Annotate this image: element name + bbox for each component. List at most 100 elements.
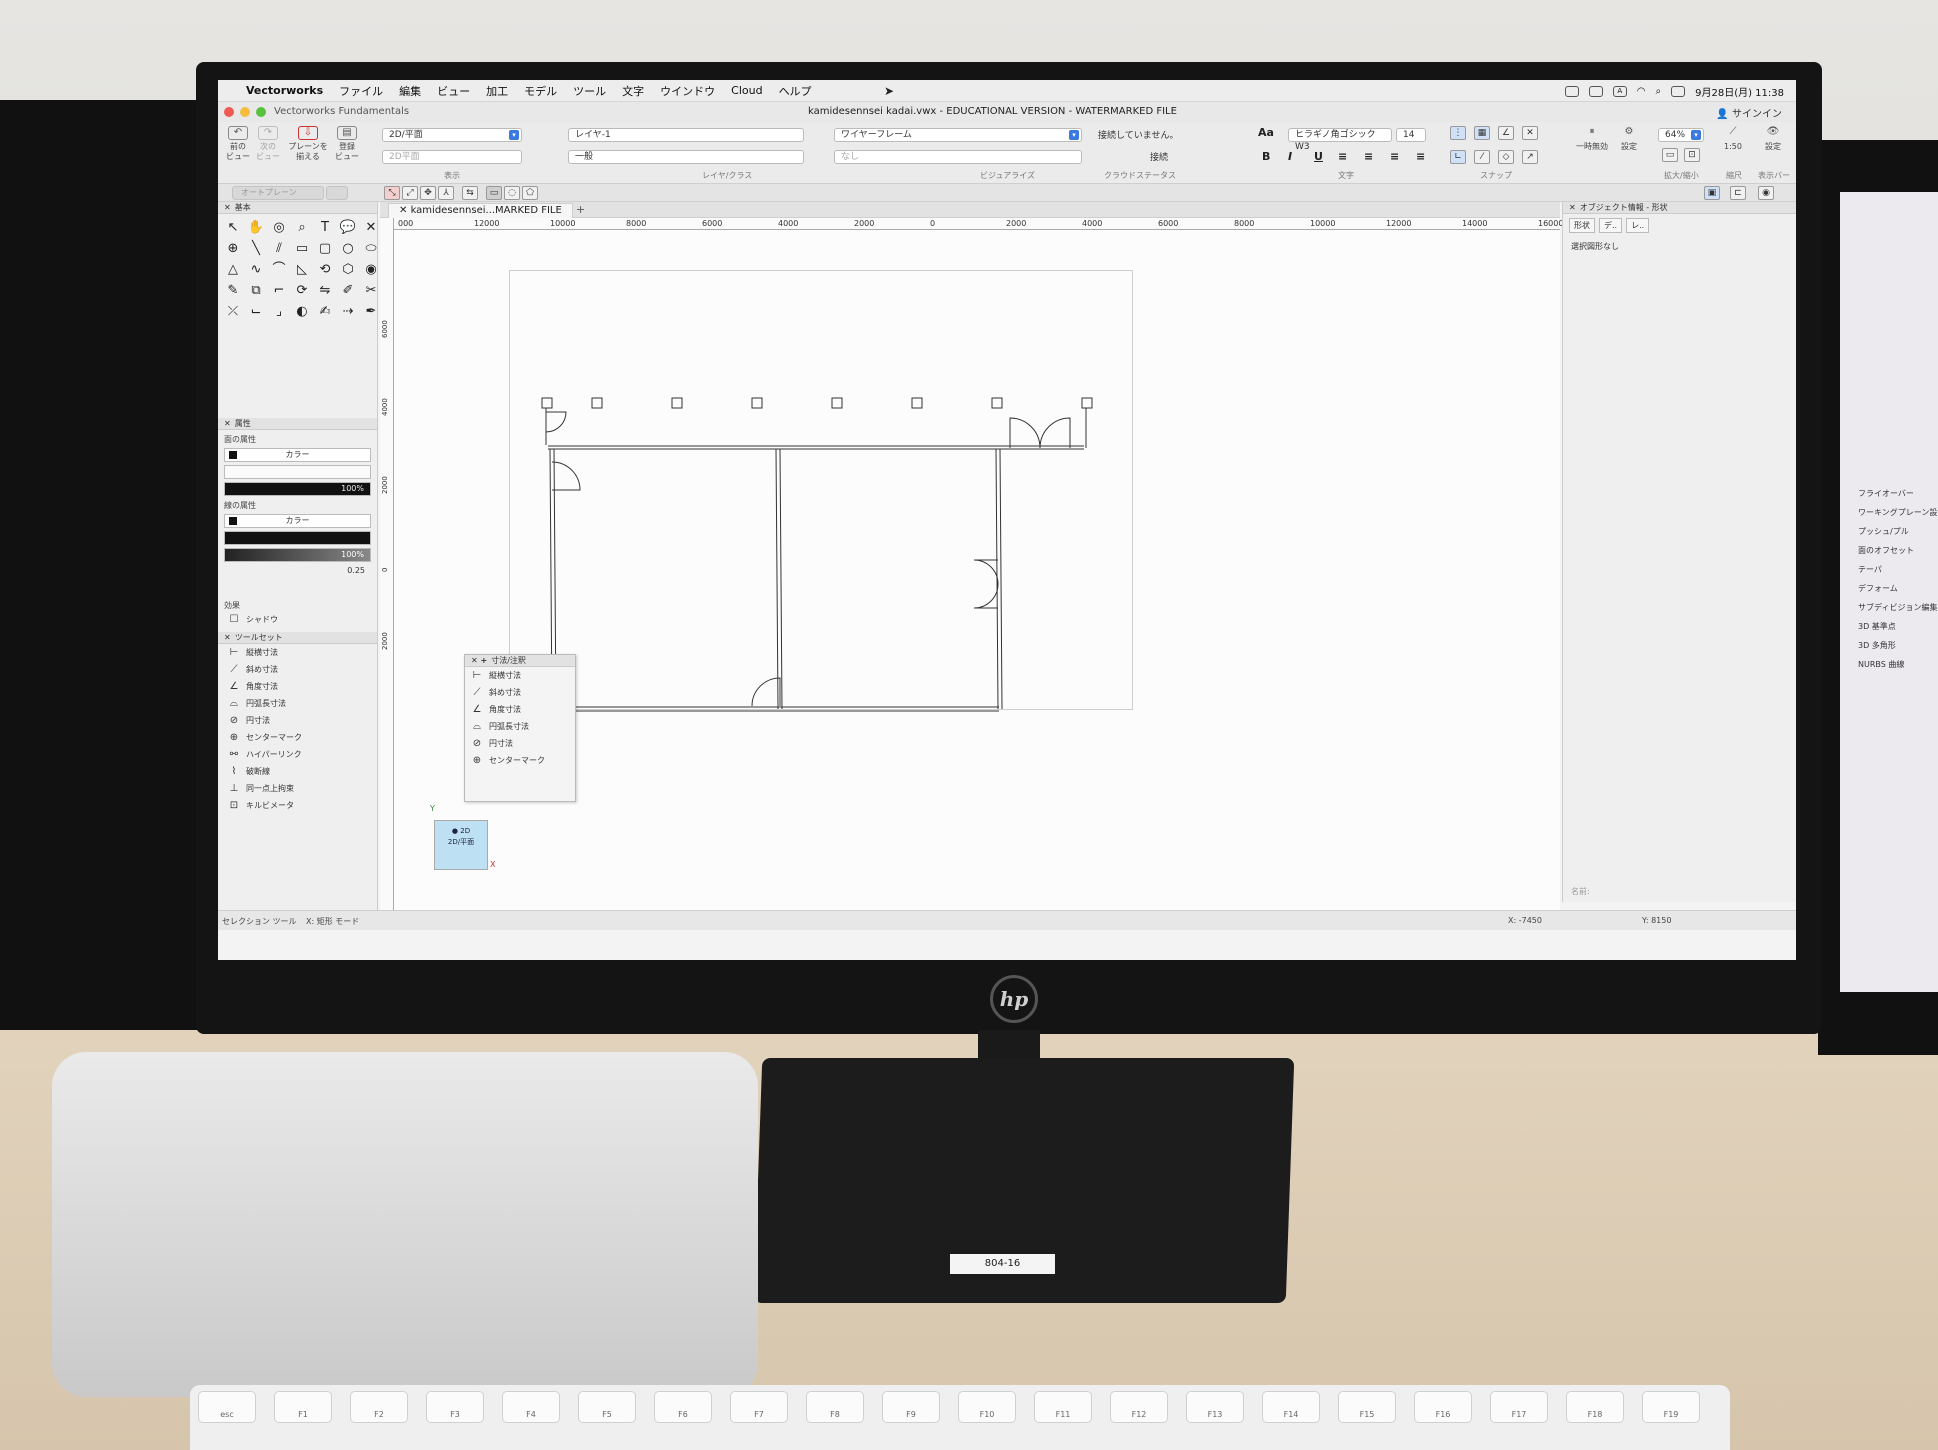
triangle-tool-icon[interactable]: ◺ <box>291 260 313 280</box>
shadow-checkbox[interactable]: ☐ シャドウ <box>218 611 377 628</box>
toolset-item[interactable]: ⚯ ハイパーリンク <box>218 746 377 763</box>
cloud-connect[interactable]: 接続 <box>1150 150 1168 163</box>
menu-modify[interactable]: 加工 <box>478 83 516 99</box>
menu-help[interactable]: ヘルプ <box>771 83 820 99</box>
bold-icon[interactable]: B <box>1262 150 1270 163</box>
circle-tool-icon[interactable]: ○ <box>337 239 359 259</box>
door-swing[interactable] <box>973 559 999 585</box>
float-tool-item[interactable]: ∠ 角度寸法 <box>465 701 575 718</box>
pause-button[interactable]: ⏸ 一時無効 <box>1572 126 1612 152</box>
line-color-select[interactable]: カラー <box>224 514 371 528</box>
door-swing[interactable] <box>751 677 781 707</box>
display-bar-icon-1[interactable]: ▣ <box>1704 186 1720 200</box>
line-tool-icon[interactable]: ╲ <box>245 239 267 259</box>
callout-tool-icon[interactable]: 💬 <box>337 218 359 238</box>
toolset-item[interactable]: ∠ 角度寸法 <box>218 678 377 695</box>
tab-shape[interactable]: 形状 <box>1569 218 1595 233</box>
chamfer-tool-icon[interactable]: ⌟ <box>268 302 290 322</box>
input-source-icon[interactable]: A <box>1612 86 1627 97</box>
zoom-window-icon[interactable] <box>256 107 266 117</box>
plane-mode-button[interactable] <box>326 186 348 200</box>
mode-2-icon[interactable]: ⤢ <box>402 186 418 200</box>
wall[interactable] <box>775 448 779 710</box>
mode-5-icon[interactable]: ⇆ <box>462 186 478 200</box>
toolset-item[interactable]: ⊘ 円寸法 <box>218 712 377 729</box>
column-marker[interactable] <box>751 397 763 409</box>
regular-polygon-tool-icon[interactable]: ◉ <box>360 260 382 280</box>
view-indicator[interactable]: ● 2D 2D/平面 <box>434 820 488 870</box>
flyover-tool-icon[interactable]: ◎ <box>268 218 290 238</box>
tab-render[interactable]: レ.. <box>1626 218 1650 233</box>
poly-mode-icon[interactable]: ⬠ <box>522 186 538 200</box>
snap-object-icon[interactable]: ▦ <box>1474 126 1490 140</box>
hexagon-tool-icon[interactable]: ⬡ <box>337 260 359 280</box>
wall[interactable] <box>999 448 1003 710</box>
close-icon[interactable]: ✕ <box>224 633 231 642</box>
align-right-icon[interactable]: ≡ <box>1390 150 1399 163</box>
line-style-row[interactable] <box>224 582 371 596</box>
render-mode-select-2[interactable]: なし <box>834 150 1082 164</box>
polygon-tool-icon[interactable]: △ <box>222 260 244 280</box>
float-tool-item[interactable]: ⊢ 縦横寸法 <box>465 667 575 684</box>
clear-tool-icon[interactable]: ✕ <box>360 218 382 238</box>
align-plane-button[interactable]: ⇩ プレーンを 揃える <box>286 126 330 162</box>
marker-tool-icon[interactable]: ✒ <box>360 302 382 322</box>
freehand-tool-icon[interactable]: ∿ <box>245 260 267 280</box>
close-icon[interactable]: ✕ <box>224 419 231 428</box>
menu-tools[interactable]: ツール <box>565 83 614 99</box>
close-icon[interactable]: ✕ <box>224 203 231 212</box>
wall[interactable] <box>779 448 783 710</box>
snap-angle-icon[interactable]: ∠ <box>1498 126 1514 140</box>
attribute-tool-icon[interactable]: ⊕ <box>222 239 244 259</box>
mode-4-icon[interactable]: ⅄ <box>438 186 454 200</box>
underline-icon[interactable]: U <box>1314 150 1323 163</box>
split-tool-icon[interactable]: ✂ <box>360 281 382 301</box>
toolset-item[interactable]: ⊥ 同一点上拘束 <box>218 780 377 797</box>
selection-tool-icon[interactable]: ↖ <box>222 218 244 238</box>
double-door-swing[interactable] <box>1039 417 1071 449</box>
fill-opacity[interactable]: 100% <box>224 482 371 496</box>
next-view-button[interactable]: ↷ 次の ビュー <box>254 126 282 162</box>
cloud-status[interactable]: 接続していません。 <box>1098 128 1178 141</box>
door-swing[interactable] <box>545 411 567 433</box>
close-icon[interactable]: ✕ + <box>471 656 487 665</box>
move-tool-icon[interactable]: ⇢ <box>337 302 359 322</box>
line-opacity[interactable]: 100% <box>224 548 371 562</box>
toolset-item[interactable]: ⊕ センターマーク <box>218 729 377 746</box>
float-tool-item[interactable]: ⟋ 斜め寸法 <box>465 684 575 701</box>
snap-tangent-icon[interactable]: ◇ <box>1498 150 1514 164</box>
justify-icon[interactable]: ≡ <box>1416 150 1425 163</box>
line-swatch[interactable] <box>224 531 371 545</box>
class-select[interactable]: 一般 <box>568 150 804 164</box>
tab-data[interactable]: デ.. <box>1599 218 1623 233</box>
offset-tool-icon[interactable]: ⧉ <box>245 281 267 301</box>
close-window-icon[interactable] <box>224 107 234 117</box>
control-center-icon[interactable] <box>1671 86 1686 97</box>
column-marker[interactable] <box>591 397 603 409</box>
toolset-item[interactable]: ⊡ キルビメータ <box>218 797 377 814</box>
fillet-tool-icon[interactable]: ⌐ <box>268 281 290 301</box>
menu-view[interactable]: ビュー <box>429 83 478 99</box>
connect-tool-icon[interactable]: ⌙ <box>245 302 267 322</box>
close-icon[interactable]: ✕ <box>399 205 411 216</box>
double-line-tool-icon[interactable]: ⫽ <box>268 239 290 259</box>
toolset-item[interactable]: ⟋ 斜め寸法 <box>218 661 377 678</box>
paint-tool-icon[interactable]: ✍ <box>314 302 336 322</box>
column-marker[interactable] <box>831 397 843 409</box>
pan-tool-icon[interactable]: ✋ <box>245 218 267 238</box>
font-size-select[interactable]: 14 <box>1396 128 1426 142</box>
screen-record-icon[interactable] <box>1564 86 1579 97</box>
oval-tool-icon[interactable]: ⬭ <box>360 239 382 259</box>
mirror-tool-icon[interactable]: ⇋ <box>314 281 336 301</box>
mode-3-icon[interactable]: ✥ <box>420 186 436 200</box>
scale-button[interactable]: ⟋ 1:50 <box>1718 126 1748 152</box>
menu-text[interactable]: 文字 <box>614 83 652 99</box>
clock[interactable]: 9月28日(月) 11:38 <box>1695 84 1784 99</box>
snap-edge-icon[interactable]: ∟ <box>1450 150 1466 164</box>
wifi-icon[interactable]: ◠ <box>1637 86 1646 97</box>
auto-plane-button[interactable]: オートプレーン <box>232 186 324 200</box>
zoom-select[interactable]: 64% ▾ <box>1658 128 1704 142</box>
signin-button[interactable]: 👤 サインイン <box>1716 105 1782 120</box>
document-tab[interactable]: ✕ kamidesennsei...MARKED FILE <box>388 203 573 218</box>
menu-app[interactable]: Vectorworks <box>238 84 331 97</box>
